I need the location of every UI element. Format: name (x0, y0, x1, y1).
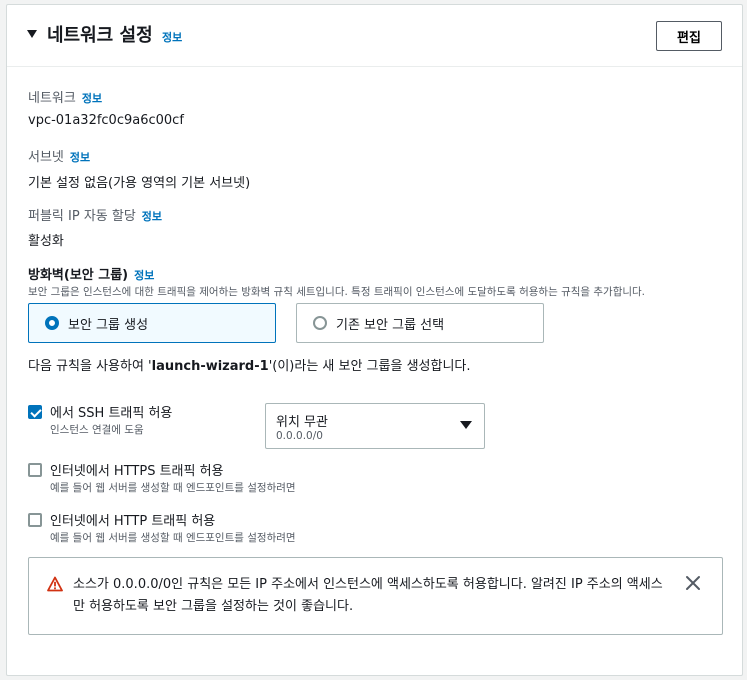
warning-text: 소스가 0.0.0.0/0인 규칙은 모든 IP 주소에서 인스턴스에 액세스하… (73, 577, 663, 614)
new-group-rule-text: 다음 규칙을 사용하여 'launch-wizard-1'(이)라는 새 보안 … (28, 359, 471, 374)
network-info-link[interactable]: 정보 (82, 92, 102, 105)
close-icon[interactable] (684, 574, 702, 592)
https-label: 인터넷에서 HTTPS 트래픽 허용 (50, 464, 224, 479)
https-checkbox[interactable] (28, 463, 42, 477)
public-ip-value: 활성화 (28, 234, 64, 249)
ssh-label: 에서 SSH 트래픽 허용 (50, 406, 173, 421)
radio-selected-icon[interactable] (45, 316, 59, 330)
subnet-label: 서브넷 정보 (28, 150, 91, 165)
source-select-value: 위치 무관 (276, 415, 328, 430)
edit-button[interactable]: 편집 (656, 21, 722, 51)
subnet-info-link[interactable]: 정보 (70, 151, 90, 164)
network-label: 네트워크 정보 (28, 91, 103, 106)
http-checkbox[interactable] (28, 513, 42, 527)
public-ip-info-link[interactable]: 정보 (142, 210, 162, 223)
ssh-checkbox[interactable] (28, 405, 42, 419)
security-group-title: 방화벽(보안 그룹) 정보 (28, 268, 155, 283)
header-info-link[interactable]: 정보 (162, 29, 182, 45)
http-label: 인터넷에서 HTTP 트래픽 허용 (50, 514, 216, 529)
https-description: 예를 들어 웹 서버를 생성할 때 엔드포인트를 설정하려면 (50, 482, 296, 494)
public-ip-label: 퍼블릭 IP 자동 할당 정보 (28, 209, 163, 224)
dropdown-triangle-icon[interactable] (460, 421, 472, 429)
http-description: 예를 들어 웹 서버를 생성할 때 엔드포인트를 설정하려면 (50, 532, 296, 544)
network-settings-panel: 네트워크 설정 정보 편집 네트워크 정보 vpc-01a32fc0c9a6c00… (6, 4, 743, 676)
security-group-info-link[interactable]: 정보 (134, 269, 154, 282)
warning-icon (47, 576, 63, 592)
network-value: vpc-01a32fc0c9a6c00cf (28, 113, 184, 128)
panel-title: 네트워크 설정 (47, 25, 153, 46)
subnet-value: 기본 설정 없음(가용 영역의 기본 서브넷) (28, 176, 251, 191)
panel-header: 네트워크 설정 정보 편집 (7, 5, 742, 67)
open-source-warning-alert: 소스가 0.0.0.0/0인 규칙은 모든 IP 주소에서 인스턴스에 액세스하… (28, 557, 723, 635)
create-security-group-tile[interactable]: 보안 그룹 생성 (28, 303, 276, 343)
select-existing-group-tile[interactable]: 기존 보안 그룹 선택 (296, 303, 544, 343)
security-group-description: 보안 그룹은 인스턴스에 대한 트래픽을 제어하는 방화벽 규칙 세트입니다. … (28, 286, 646, 298)
radio-unselected-icon[interactable] (313, 316, 327, 330)
ssh-description: 인스턴스 연결에 도움 (50, 424, 144, 436)
collapse-caret-icon[interactable] (27, 30, 37, 38)
source-select-cidr: 0.0.0.0/0 (276, 430, 323, 442)
source-select[interactable]: 위치 무관 0.0.0.0/0 (265, 403, 485, 449)
